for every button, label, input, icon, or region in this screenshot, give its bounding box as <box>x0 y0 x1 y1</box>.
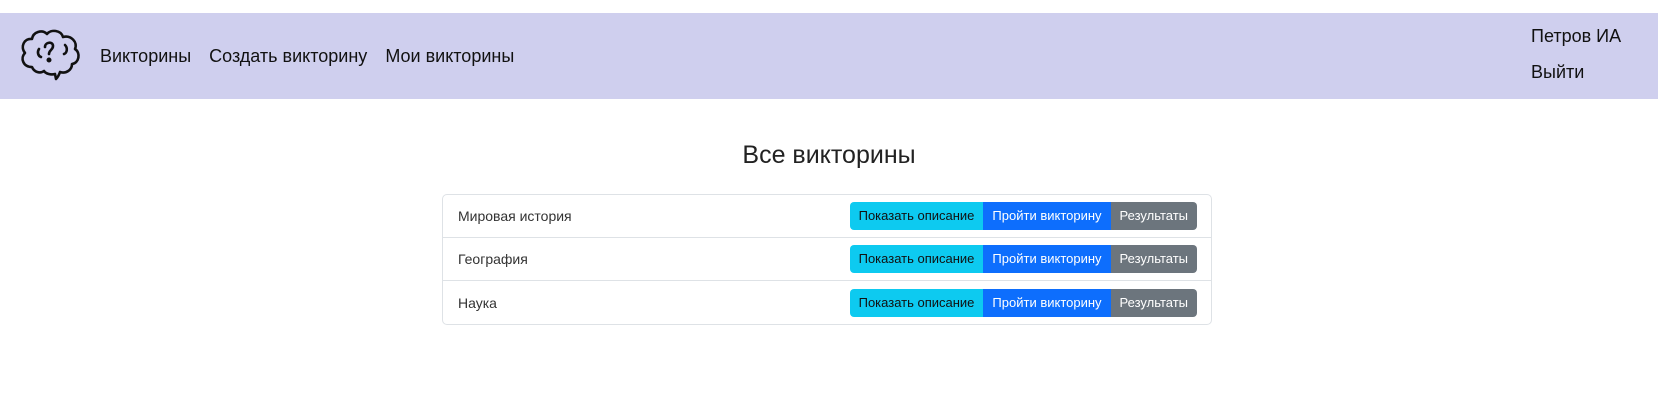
page-title: Все викторины <box>742 141 916 169</box>
show-description-button[interactable]: Показать описание <box>849 288 984 317</box>
nav-links: Викторины Создать викторину Мои викторин… <box>100 13 532 99</box>
user-menu: Петров ИА Выйти <box>1531 25 1621 83</box>
list-item: Мировая история Показать описание Пройти… <box>443 195 1211 238</box>
results-button[interactable]: Результаты <box>1110 202 1197 230</box>
quiz-name: Мировая история <box>458 208 572 224</box>
show-description-button[interactable]: Показать описание <box>849 245 984 273</box>
take-quiz-button[interactable]: Пройти викторину <box>983 202 1111 230</box>
nav-link-quizzes[interactable]: Викторины <box>100 46 191 67</box>
logout-link[interactable]: Выйти <box>1531 61 1621 83</box>
show-description-button[interactable]: Показать описание <box>849 202 984 230</box>
nav-link-my-quizzes[interactable]: Мои викторины <box>385 46 514 67</box>
user-name-link[interactable]: Петров ИА <box>1531 25 1621 47</box>
results-button[interactable]: Результаты <box>1110 288 1197 317</box>
quiz-actions: Показать описание Пройти викторину Резул… <box>849 202 1197 230</box>
list-item: География Показать описание Пройти викто… <box>443 238 1211 281</box>
brain-question-icon[interactable] <box>18 27 84 85</box>
quiz-actions: Показать описание Пройти викторину Резул… <box>849 288 1197 317</box>
quiz-actions: Показать описание Пройти викторину Резул… <box>849 245 1197 273</box>
take-quiz-button[interactable]: Пройти викторину <box>983 288 1111 317</box>
nav-link-create-quiz[interactable]: Создать викторину <box>209 46 367 67</box>
take-quiz-button[interactable]: Пройти викторину <box>983 245 1111 273</box>
results-button[interactable]: Результаты <box>1110 245 1197 273</box>
quiz-list: Мировая история Показать описание Пройти… <box>442 194 1212 325</box>
list-item: Наука Показать описание Пройти викторину… <box>443 281 1211 324</box>
top-strip <box>0 0 1658 13</box>
quiz-name: География <box>458 251 528 267</box>
quiz-name: Наука <box>458 294 497 311</box>
navbar: Викторины Создать викторину Мои викторин… <box>0 13 1658 99</box>
